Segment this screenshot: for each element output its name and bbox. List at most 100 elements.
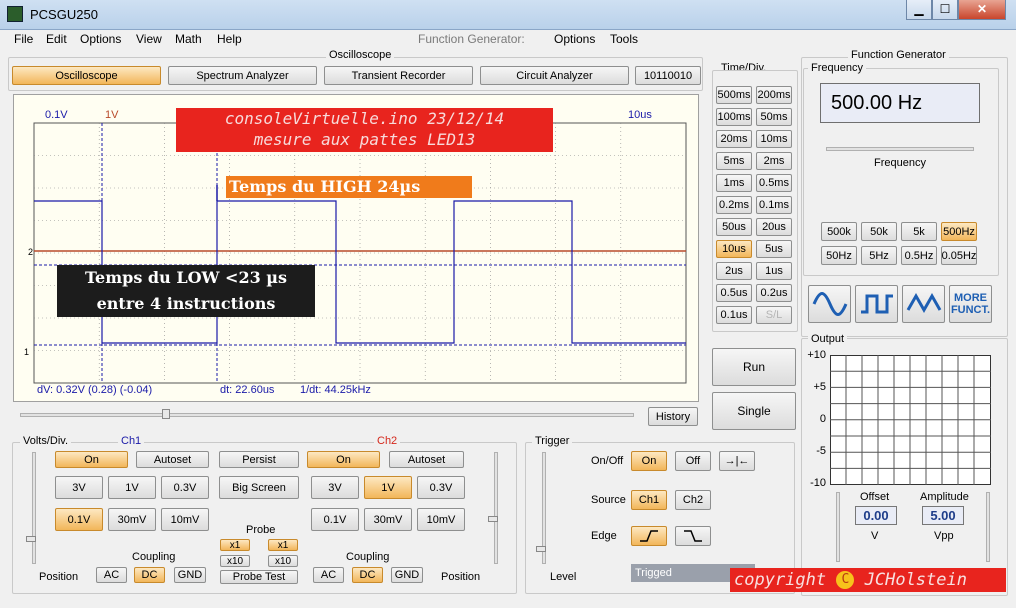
- time-div-button[interactable]: 10us: [716, 240, 752, 258]
- time-div-button[interactable]: 0.2us: [756, 284, 792, 302]
- tab-spectrum-analyzer[interactable]: Spectrum Analyzer: [168, 66, 317, 85]
- frequency-range-button[interactable]: 0.5Hz: [901, 246, 937, 265]
- time-div-button[interactable]: 0.1us: [716, 306, 752, 324]
- ch2-autoset-button[interactable]: Autoset: [389, 451, 464, 468]
- frequency-range-button[interactable]: 5Hz: [861, 246, 897, 265]
- time-div-button[interactable]: 50ms: [756, 108, 792, 126]
- ch1-autoset-button[interactable]: Autoset: [136, 451, 209, 468]
- single-button[interactable]: Single: [712, 392, 796, 430]
- big-screen-button[interactable]: Big Screen: [219, 476, 299, 499]
- ch2-coupling-gnd[interactable]: GND: [391, 567, 423, 583]
- ch1-coupling-ac[interactable]: AC: [96, 567, 127, 583]
- persist-button[interactable]: Persist: [219, 451, 299, 468]
- ch1-position-slider[interactable]: [32, 452, 36, 564]
- ch1-coupling-dc[interactable]: DC: [134, 567, 165, 583]
- annotation-title-line1: consoleVirtuelle.ino 23/12/14: [224, 109, 505, 128]
- horizontal-position-thumb[interactable]: [162, 409, 170, 419]
- ch1-coupling-gnd[interactable]: GND: [174, 567, 206, 583]
- ch2-probe-x1-button[interactable]: x1: [268, 539, 298, 551]
- horizontal-position-slider[interactable]: [20, 413, 634, 417]
- time-div-button[interactable]: 200ms: [756, 86, 792, 104]
- ch2-1v-button[interactable]: 1V: [364, 476, 412, 499]
- time-div-button[interactable]: S/L: [756, 306, 792, 324]
- time-div-button[interactable]: 0.1ms: [756, 196, 792, 214]
- sine-wave-button[interactable]: [808, 285, 851, 323]
- ch1-0-1v-button[interactable]: 0.1V: [55, 508, 103, 531]
- time-div-button[interactable]: 10ms: [756, 130, 792, 148]
- time-div-button[interactable]: 20us: [756, 218, 792, 236]
- ch1-position-thumb[interactable]: [26, 536, 36, 542]
- ch1-3v-button[interactable]: 3V: [55, 476, 103, 499]
- more-functions-button[interactable]: MORE FUNCT.: [949, 285, 992, 323]
- time-div-button[interactable]: 2us: [716, 262, 752, 280]
- frequency-slider[interactable]: [826, 147, 974, 151]
- frequency-range-button[interactable]: 50Hz: [821, 246, 857, 265]
- offset-slider[interactable]: [836, 492, 840, 562]
- close-button[interactable]: ✕: [958, 0, 1006, 20]
- ch2-probe-x10-button[interactable]: x10: [268, 555, 298, 567]
- ch2-coupling-dc[interactable]: DC: [352, 567, 383, 583]
- trigger-level-thumb[interactable]: [536, 546, 546, 552]
- time-div-button[interactable]: 2ms: [756, 152, 792, 170]
- frequency-range-button[interactable]: 5k: [901, 222, 937, 241]
- time-div-button[interactable]: 5ms: [716, 152, 752, 170]
- square-wave-button[interactable]: [855, 285, 898, 323]
- minimize-button[interactable]: ▁: [906, 0, 932, 20]
- trigger-center-button[interactable]: →|←: [719, 451, 755, 471]
- tab-circuit-analyzer[interactable]: Circuit Analyzer: [480, 66, 629, 85]
- time-div-button[interactable]: 5us: [756, 240, 792, 258]
- ch2-10mv-button[interactable]: 10mV: [417, 508, 465, 531]
- menu-file[interactable]: File: [14, 32, 33, 46]
- frequency-range-button[interactable]: 500Hz: [941, 222, 977, 241]
- ch2-position-thumb[interactable]: [488, 516, 498, 522]
- fg-menu-tools[interactable]: Tools: [610, 32, 638, 46]
- tab-transient-recorder[interactable]: Transient Recorder: [324, 66, 473, 85]
- trigger-edge-rising[interactable]: [631, 526, 667, 546]
- triangle-wave-button[interactable]: [902, 285, 945, 323]
- trigger-edge-falling[interactable]: [675, 526, 711, 546]
- ch1-probe-x10-button[interactable]: x10: [220, 555, 250, 567]
- fg-menu-options[interactable]: Options: [554, 32, 595, 46]
- ch2-coupling-ac[interactable]: AC: [313, 567, 344, 583]
- ch2-0-3v-button[interactable]: 0.3V: [417, 476, 465, 499]
- frequency-range-button[interactable]: 0.05Hz: [941, 246, 977, 265]
- time-div-button[interactable]: 0.5ms: [756, 174, 792, 192]
- ch1-10mv-button[interactable]: 10mV: [161, 508, 209, 531]
- time-div-button[interactable]: 0.5us: [716, 284, 752, 302]
- time-div-button[interactable]: 500ms: [716, 86, 752, 104]
- history-button[interactable]: History: [648, 407, 698, 426]
- probe-test-button[interactable]: Probe Test: [220, 570, 298, 584]
- time-div-button[interactable]: 1ms: [716, 174, 752, 192]
- ch2-0-1v-button[interactable]: 0.1V: [311, 508, 359, 531]
- maximize-button[interactable]: ☐: [932, 0, 958, 20]
- trigger-source-ch2[interactable]: Ch2: [675, 490, 711, 510]
- frequency-range-button[interactable]: 50k: [861, 222, 897, 241]
- tab-oscilloscope[interactable]: Oscilloscope: [12, 66, 161, 85]
- ch2-on-button[interactable]: On: [307, 451, 380, 468]
- time-div-button[interactable]: 100ms: [716, 108, 752, 126]
- run-button[interactable]: Run: [712, 348, 796, 386]
- trigger-off-button[interactable]: Off: [675, 451, 711, 471]
- ch1-30mv-button[interactable]: 30mV: [108, 508, 156, 531]
- ch2-30mv-button[interactable]: 30mV: [364, 508, 412, 531]
- tab-logic[interactable]: 10110010: [635, 66, 701, 85]
- time-div-button[interactable]: 0.2ms: [716, 196, 752, 214]
- menu-math[interactable]: Math: [175, 32, 202, 46]
- time-div-button[interactable]: 20ms: [716, 130, 752, 148]
- amplitude-slider[interactable]: [986, 492, 990, 562]
- trigger-source-ch1[interactable]: Ch1: [631, 490, 667, 510]
- ch1-on-button[interactable]: On: [55, 451, 128, 468]
- ch1-1v-button[interactable]: 1V: [108, 476, 156, 499]
- trigger-on-button[interactable]: On: [631, 451, 667, 471]
- menu-view[interactable]: View: [136, 32, 162, 46]
- ch1-0-3v-button[interactable]: 0.3V: [161, 476, 209, 499]
- menu-options[interactable]: Options: [80, 32, 121, 46]
- ch2-position-slider[interactable]: [494, 452, 498, 564]
- frequency-range-button[interactable]: 500k: [821, 222, 857, 241]
- menu-help[interactable]: Help: [217, 32, 242, 46]
- menu-edit[interactable]: Edit: [46, 32, 67, 46]
- time-div-button[interactable]: 50us: [716, 218, 752, 236]
- time-div-button[interactable]: 1us: [756, 262, 792, 280]
- ch2-3v-button[interactable]: 3V: [311, 476, 359, 499]
- ch1-probe-x1-button[interactable]: x1: [220, 539, 250, 551]
